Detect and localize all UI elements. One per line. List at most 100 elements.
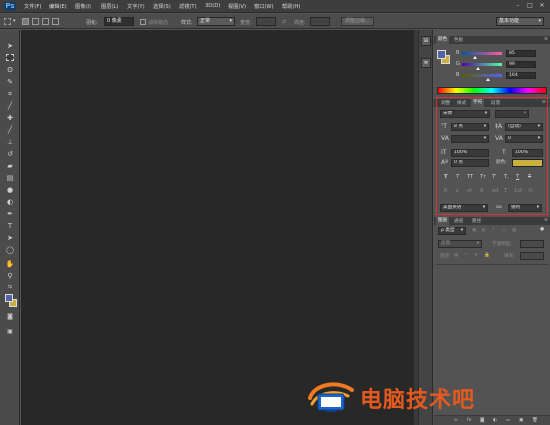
filter-adjustment-icon[interactable]: ◐ xyxy=(482,228,486,233)
foreground-color-swatch[interactable] xyxy=(5,294,13,302)
color-spectrum-bar[interactable] xyxy=(437,87,547,94)
opacity-input[interactable] xyxy=(520,240,544,248)
swap-icon[interactable]: ⇄ xyxy=(282,19,286,25)
fill-input[interactable] xyxy=(520,252,544,260)
channel-r-input[interactable]: 85 xyxy=(506,50,536,57)
menu-view[interactable]: 视图(V) xyxy=(228,3,246,10)
eraser-tool-icon[interactable]: ▰ xyxy=(5,162,15,171)
channel-r-thumb[interactable] xyxy=(473,56,478,59)
blend-mode-select[interactable]: 正常 ▾ xyxy=(438,240,482,248)
tab-paths[interactable]: 路径 xyxy=(470,218,483,224)
delete-layer-icon[interactable]: 🗑 xyxy=(532,418,538,423)
move-tool-icon[interactable]: ➤ xyxy=(5,42,15,51)
subtract-selection-icon[interactable] xyxy=(42,18,49,25)
type-tool-icon[interactable]: T xyxy=(5,222,15,231)
channel-b-thumb[interactable] xyxy=(485,78,490,81)
link-layers-icon[interactable]: ∞ xyxy=(454,418,458,423)
antialias-label: 消除锯齿 xyxy=(148,20,169,26)
properties-panel-icon[interactable]: ≣ xyxy=(421,58,431,68)
shape-tool-icon[interactable]: ◯ xyxy=(5,246,15,255)
filter-type-icon[interactable]: T xyxy=(492,228,495,233)
lock-position-icon[interactable]: ✥ xyxy=(474,253,478,258)
menu-help[interactable]: 帮助(H) xyxy=(282,3,300,10)
preset-dropdown-icon[interactable]: ▾ xyxy=(13,18,16,24)
lock-transparent-icon[interactable]: ▦ xyxy=(454,253,458,258)
width-label: 宽度: xyxy=(240,20,252,26)
menu-file[interactable]: 文件(F) xyxy=(24,3,41,10)
marquee-tool-preset-icon[interactable] xyxy=(4,18,11,25)
path-selection-tool-icon[interactable]: ➤ xyxy=(5,234,15,243)
refine-edge-button[interactable]: 调整边缘... xyxy=(341,17,374,26)
blend-mode-value: 正常 xyxy=(441,241,451,246)
hand-tool-icon[interactable]: ✋ xyxy=(5,260,15,269)
panel-menu-icon[interactable]: ≡ xyxy=(542,218,550,223)
filter-pixel-icon[interactable]: ▣ xyxy=(472,228,476,233)
lock-all-icon[interactable]: 🔒 xyxy=(484,253,490,258)
swap-colors-icon[interactable]: ⇆ xyxy=(5,283,15,292)
lock-image-icon[interactable]: ✎ xyxy=(464,253,468,258)
rectangular-marquee-tool-icon[interactable] xyxy=(6,54,14,61)
eyedropper-tool-icon[interactable]: ╱ xyxy=(5,102,15,111)
blur-tool-icon[interactable]: ● xyxy=(5,186,15,195)
style-select[interactable]: 正常 ▾ xyxy=(197,17,235,26)
menu-bar: Ps 文件(F) 编辑(E) 图像(I) 图层(L) 文字(Y) 选择(S) 滤… xyxy=(0,0,550,13)
menu-image[interactable]: 图像(I) xyxy=(75,3,91,10)
crop-tool-icon[interactable]: ⌗ xyxy=(5,90,15,99)
menu-window[interactable]: 窗口(W) xyxy=(254,3,274,10)
healing-brush-tool-icon[interactable]: ✚ xyxy=(5,114,15,123)
pen-tool-icon[interactable]: ✒ xyxy=(5,210,15,219)
workspace-select[interactable]: 基本功能 ▾ xyxy=(496,17,544,26)
quick-selection-tool-icon[interactable]: ✎ xyxy=(5,78,15,87)
layer-mask-icon[interactable]: ◙ xyxy=(480,418,484,423)
color-panel-foreground[interactable] xyxy=(437,50,446,59)
antialias-checkbox[interactable] xyxy=(140,19,146,25)
menu-type[interactable]: 文字(Y) xyxy=(127,3,145,10)
menu-select[interactable]: 选择(S) xyxy=(153,3,171,10)
filter-smart-object-icon[interactable]: ▦ xyxy=(512,228,516,233)
tab-swatches[interactable]: 色板 xyxy=(452,37,465,43)
lasso-tool-icon[interactable]: ʘ xyxy=(5,66,15,75)
channel-b-slider[interactable] xyxy=(462,74,502,77)
new-selection-icon[interactable] xyxy=(22,18,29,25)
tab-color[interactable]: 颜色 xyxy=(436,36,450,44)
channel-g-input[interactable]: 99 xyxy=(506,61,536,68)
canvas-area[interactable] xyxy=(21,30,414,425)
quick-mask-icon[interactable]: ◙ xyxy=(5,312,15,321)
dodge-tool-icon[interactable]: ◐ xyxy=(5,198,15,207)
channel-r-slider[interactable] xyxy=(462,52,502,55)
feather-input[interactable]: 0 像素 xyxy=(104,17,134,26)
tab-layers[interactable]: 图层 xyxy=(436,217,450,225)
maximize-button[interactable]: □ xyxy=(527,3,533,9)
screen-mode-icon[interactable]: ▣ xyxy=(5,327,15,336)
adjustment-layer-icon[interactable]: ◐ xyxy=(493,418,497,423)
panel-menu-icon[interactable]: ≡ xyxy=(542,37,550,42)
new-group-icon[interactable]: ▭ xyxy=(506,418,510,423)
history-brush-tool-icon[interactable]: ↺ xyxy=(5,150,15,159)
channel-b-input[interactable]: 164 xyxy=(506,72,536,79)
tab-channels[interactable]: 通道 xyxy=(452,218,465,224)
menu-3d[interactable]: 3D(D) xyxy=(205,3,220,9)
new-layer-icon[interactable]: ▣ xyxy=(519,418,523,423)
channel-g-slider[interactable] xyxy=(462,63,502,66)
close-button[interactable]: ✕ xyxy=(539,3,545,9)
menu-layer[interactable]: 图层(L) xyxy=(101,3,118,10)
intersect-selection-icon[interactable] xyxy=(52,18,59,25)
minimize-button[interactable]: – xyxy=(515,3,521,9)
gradient-tool-icon[interactable]: ▤ xyxy=(5,174,15,183)
menu-edit[interactable]: 编辑(E) xyxy=(49,3,67,10)
filter-toggle-icon[interactable]: ● xyxy=(540,227,544,232)
brush-tool-icon[interactable]: ╱ xyxy=(5,126,15,135)
zoom-tool-icon[interactable]: ⚲ xyxy=(5,272,15,281)
filter-shape-icon[interactable]: ▭ xyxy=(502,228,506,233)
width-input[interactable] xyxy=(256,17,276,26)
layer-style-icon[interactable]: fx xyxy=(467,418,471,423)
layer-filter-select[interactable]: ρ 类型 ▾ xyxy=(438,227,466,235)
options-bar: ▾ 羽化: 0 像素 消除锯齿 样式: 正常 ▾ 宽度: ⇄ 高度: 调整边缘.… xyxy=(0,14,550,29)
clone-stamp-tool-icon[interactable]: ⊥ xyxy=(5,138,15,147)
add-selection-icon[interactable] xyxy=(32,18,39,25)
channel-g-thumb[interactable] xyxy=(475,67,480,70)
height-input[interactable] xyxy=(310,17,330,26)
channel-g-label: G xyxy=(456,61,460,67)
menu-filter[interactable]: 滤镜(T) xyxy=(179,3,197,10)
history-panel-icon[interactable]: ⊞ xyxy=(421,36,431,46)
